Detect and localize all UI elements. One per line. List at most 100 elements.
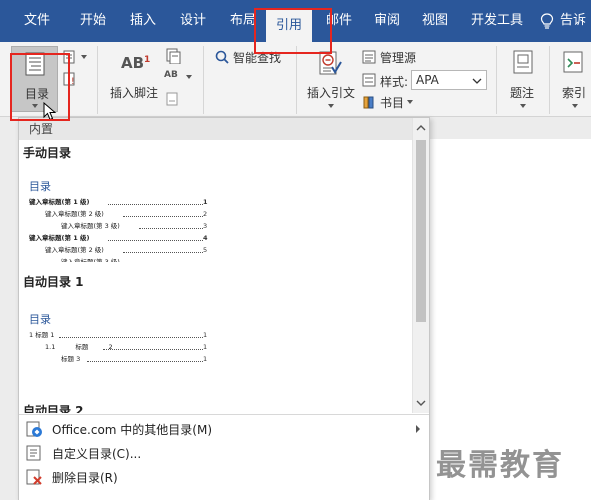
tab-design[interactable]: 设计 <box>168 0 218 42</box>
toc-gallery: 手动目录 目录 键入章标题(第 1 级) 1 键入章标题(第 2 级) 2 键入… <box>19 140 412 413</box>
manage-sources-label: 管理源 <box>380 51 417 65</box>
group-divider <box>496 46 497 114</box>
ribbon-tab-bar: 文件 开始 插入 设计 布局 引用 邮件 审阅 视图 开发工具 告诉 <box>0 0 591 42</box>
toc-button-label: 目录 <box>25 87 50 101</box>
bibliography-label: 书目 <box>380 96 405 110</box>
toc-dot-leader <box>108 204 203 205</box>
next-footnote-dropdown-icon[interactable] <box>186 75 192 79</box>
tab-file[interactable]: 文件 <box>12 0 62 42</box>
citation-style-select[interactable]: APA <box>411 70 487 90</box>
menu-item-label: Office.com 中的其他目录(M) <box>52 423 213 437</box>
index-icon <box>563 51 583 73</box>
search-icon <box>215 50 229 64</box>
toc-preview-line: 键入章标题(第 2 级) <box>45 210 104 218</box>
bibliography-button[interactable]: 书目 <box>361 94 421 112</box>
toc-page-number: 5 <box>203 246 208 254</box>
scroll-up-icon[interactable] <box>413 120 429 136</box>
section-title-auto-2: 自动目录 2 <box>23 404 84 413</box>
menu-item-custom-toc[interactable]: 自定义目录(C)... <box>19 441 429 465</box>
style-icon <box>362 73 376 87</box>
table-of-contents-icon <box>25 52 45 76</box>
mouse-pointer-icon <box>43 102 57 121</box>
tab-review[interactable]: 审阅 <box>362 0 412 42</box>
toc-preview-line: 键入章标题(第 3 级) <box>61 222 120 230</box>
tab-tell-me[interactable]: 告诉 <box>540 0 591 42</box>
toc-dot-leader <box>103 349 203 350</box>
toc-dot-leader <box>139 228 203 229</box>
caption-icon <box>513 50 533 74</box>
toc-preview-line: 键入章标题(第 3 级) <box>61 258 120 266</box>
footnote-icon: AB1 <box>121 54 151 72</box>
toc-thumbnail-manual[interactable]: 目录 键入章标题(第 1 级) 1 键入章标题(第 2 级) 2 键入章标题(第… <box>23 164 409 272</box>
toc-preview-line: 键入章标题(第 2 级) <box>45 246 104 254</box>
toc-page-number: 1 <box>203 343 208 351</box>
tab-references[interactable]: 引用 <box>266 9 312 42</box>
chevron-down-icon <box>32 104 38 108</box>
tab-layout[interactable]: 布局 <box>218 0 268 42</box>
insert-citation-label: 插入引文 <box>307 86 356 100</box>
add-text-icon[interactable] <box>63 50 77 64</box>
add-text-dropdown-icon[interactable] <box>81 55 87 59</box>
ribbon-panel: 目录 ! AB1 插入脚注 AB 智能查找 插入引文 管理源 样式: APA 书… <box>0 42 591 117</box>
insert-index-button[interactable]: 索引 <box>556 48 591 110</box>
chevron-down-icon <box>407 100 413 104</box>
insert-endnote-icon[interactable] <box>165 48 181 64</box>
group-divider <box>97 46 98 114</box>
citation-icon <box>319 51 342 75</box>
submenu-arrow-icon <box>416 425 420 433</box>
bibliography-icon <box>363 96 374 109</box>
insert-footnote-label: 插入脚注 <box>110 86 159 100</box>
toc-page-number: 2 <box>203 210 208 218</box>
remove-toc-icon <box>26 469 42 485</box>
chevron-down-icon <box>328 104 334 108</box>
menu-item-remove-toc[interactable]: 删除目录(R) <box>19 465 429 489</box>
tab-view[interactable]: 视图 <box>410 0 460 42</box>
toc-page-number: 1 <box>203 331 208 339</box>
update-table-icon[interactable]: ! <box>63 72 77 86</box>
scrollbar-thumb[interactable] <box>416 140 426 322</box>
smart-lookup-label: 智能查找 <box>233 51 282 65</box>
builtin-header: 内置 <box>19 118 412 140</box>
office-com-icon <box>26 421 42 437</box>
tab-mailings[interactable]: 邮件 <box>316 0 362 42</box>
toc-preview-line: 标题 3 <box>61 355 81 363</box>
toc-dot-leader <box>123 252 203 253</box>
toc-preview-heading: 目录 <box>29 180 51 193</box>
group-divider <box>549 46 550 114</box>
smart-lookup-button[interactable]: 智能查找 <box>213 48 293 66</box>
menu-item-label: 删除目录(R) <box>52 471 118 485</box>
insert-footnote-button[interactable]: AB1 插入脚注 <box>108 48 162 108</box>
custom-toc-icon <box>26 445 41 461</box>
tab-developer[interactable]: 开发工具 <box>466 0 528 42</box>
toc-page-number: 1 <box>203 198 208 206</box>
manage-sources-button[interactable]: 管理源 <box>361 48 441 66</box>
menu-item-office-com[interactable]: Office.com 中的其他目录(M) <box>19 417 429 441</box>
style-label: 样式: <box>380 75 409 89</box>
chevron-down-icon <box>472 78 482 84</box>
toc-thumbnail-auto-1[interactable]: 目录 1 标题 1 1 1.1 标题 2 1 标题 3 1 <box>23 293 409 379</box>
tell-me-label: 告诉 <box>560 13 587 28</box>
toc-preview-heading: 目录 <box>29 313 51 326</box>
menu-item-label: 自定义目录(C)... <box>52 447 142 461</box>
toc-page-number: 1 <box>203 355 208 363</box>
index-label: 索引 <box>562 86 587 100</box>
toc-dot-leader <box>108 240 203 241</box>
gallery-scrollbar[interactable] <box>412 118 429 413</box>
toc-preview-line: 键入章标题(第 1 级) <box>29 198 90 206</box>
tab-insert[interactable]: 插入 <box>118 0 168 42</box>
toc-dropdown-panel: 内置 手动目录 目录 键入章标题(第 1 级) 1 键入章标题(第 2 级) 2… <box>18 117 430 500</box>
toc-preview-line: 键入章标题(第 1 级) <box>29 234 90 242</box>
toc-dot-leader <box>59 337 203 338</box>
toc-page-number: 3 <box>203 222 208 230</box>
next-footnote-icon[interactable]: AB <box>164 70 178 80</box>
show-notes-icon[interactable] <box>166 92 178 106</box>
scroll-down-icon[interactable] <box>413 395 429 411</box>
section-title-auto-1: 自动目录 1 <box>23 275 84 289</box>
insert-caption-button[interactable]: 题注 <box>504 48 542 110</box>
chevron-down-icon <box>520 104 526 108</box>
toc-page-number: 4 <box>203 234 208 242</box>
toc-preview-line: 1 标题 1 <box>29 331 55 339</box>
insert-citation-button[interactable]: 插入引文 <box>304 48 360 110</box>
tab-home[interactable]: 开始 <box>68 0 118 42</box>
lightbulb-icon <box>540 12 554 29</box>
